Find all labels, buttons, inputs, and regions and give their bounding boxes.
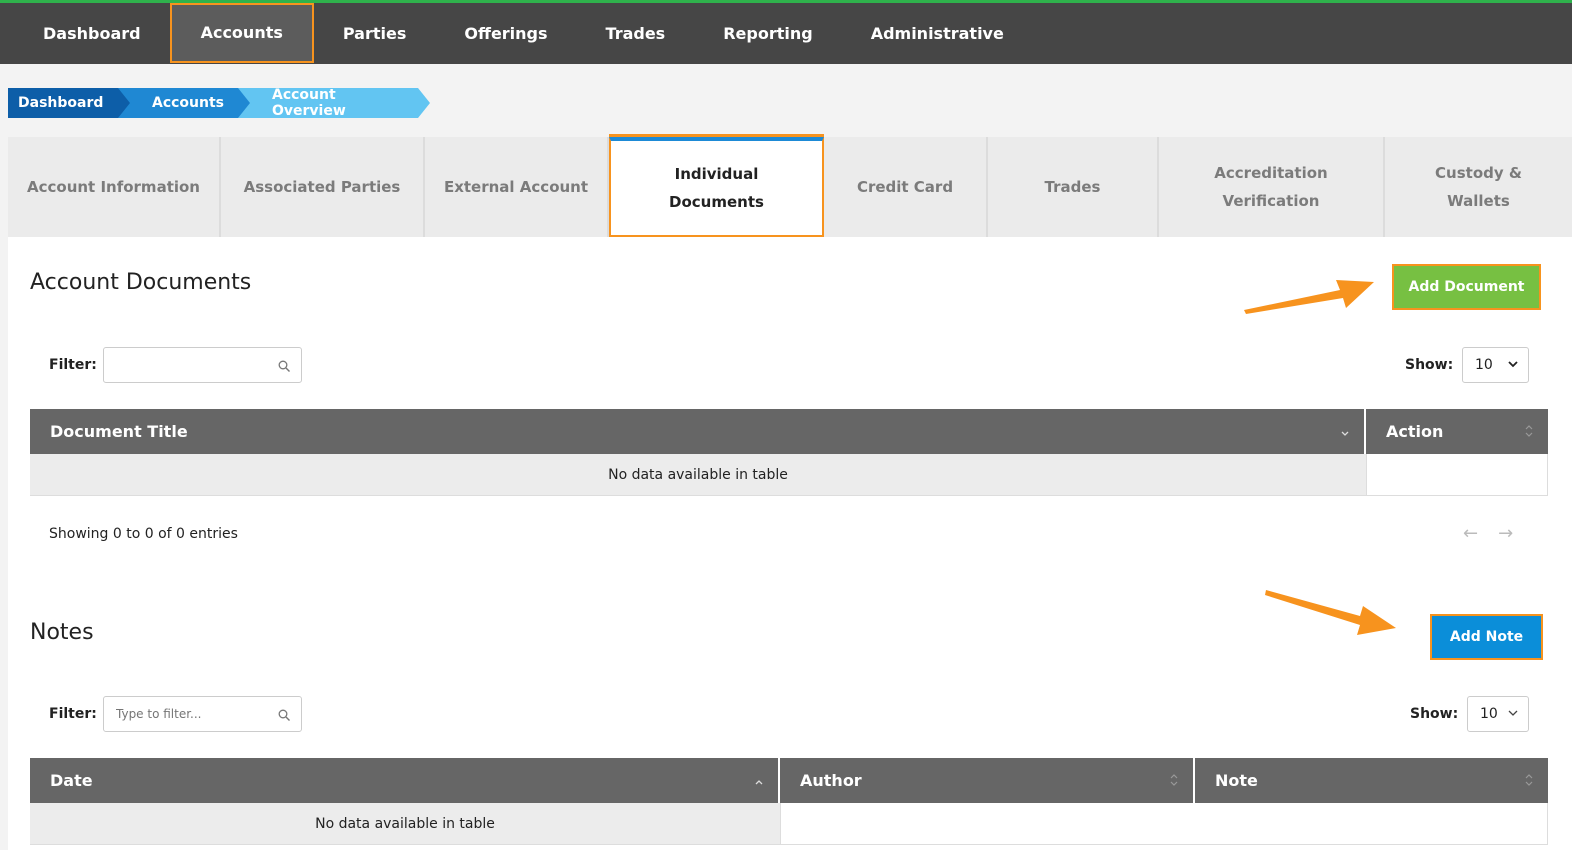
search-icon — [278, 360, 290, 372]
breadcrumb: Dashboard Accounts Account Overview — [8, 87, 430, 119]
column-label: Author — [800, 771, 862, 790]
sort-icon — [1525, 425, 1533, 437]
sort-icon — [1525, 774, 1533, 786]
tab-credit-card[interactable]: Credit Card — [824, 137, 988, 237]
notes-filter-input[interactable] — [104, 697, 264, 731]
tab-custody-wallets[interactable]: Custody & Wallets — [1385, 137, 1572, 237]
tab-label: Custody & Wallets — [1435, 159, 1522, 215]
table-row: No data available in table — [30, 803, 1548, 845]
tab-label: Account Information — [27, 178, 200, 196]
notes-page-size-value: 10 — [1480, 706, 1498, 722]
breadcrumb-accounts[interactable]: Accounts — [118, 88, 250, 118]
nav-parties[interactable]: Parties — [314, 5, 436, 63]
nav-trades[interactable]: Trades — [577, 5, 695, 63]
tab-label: Credit Card — [856, 178, 954, 196]
column-label: Note — [1215, 771, 1258, 790]
pointer-arrow-icon — [1244, 280, 1374, 314]
tab-external-account[interactable]: External Account — [425, 137, 609, 237]
nav-dashboard[interactable]: Dashboard — [14, 5, 170, 63]
table-row: No data available in table — [30, 454, 1548, 496]
top-nav: Dashboard Accounts Parties Offerings Tra… — [0, 0, 1572, 64]
column-date[interactable]: Date — [30, 758, 780, 803]
documents-filter-label: Filter: — [49, 357, 97, 373]
breadcrumb-dashboard[interactable]: Dashboard — [8, 88, 130, 118]
breadcrumb-account-overview: Account Overview — [238, 87, 430, 119]
tab-label-line1: Custody & — [1435, 164, 1522, 182]
documents-page-size-value: 10 — [1475, 357, 1493, 373]
empty-cell — [780, 803, 1548, 844]
notes-table-header: Date Author Note — [30, 758, 1548, 803]
tab-accreditation-verification[interactable]: Accreditation Verification — [1159, 137, 1385, 237]
prev-page-icon[interactable]: ← — [1463, 523, 1478, 544]
column-note[interactable]: Note — [1195, 758, 1548, 803]
tab-label: Individual Documents — [669, 160, 764, 216]
nav-offerings[interactable]: Offerings — [435, 5, 576, 63]
nav-reporting[interactable]: Reporting — [694, 5, 841, 63]
tab-trades[interactable]: Trades — [988, 137, 1159, 237]
tab-account-information[interactable]: Account Information — [8, 137, 221, 237]
tab-label: Accreditation Verification — [1214, 159, 1327, 215]
nav-accounts[interactable]: Accounts — [169, 2, 314, 63]
add-note-button[interactable]: Add Note — [1430, 614, 1543, 660]
notes-filter-box — [103, 696, 302, 732]
column-action[interactable]: Action — [1366, 409, 1548, 454]
documents-entries-info: Showing 0 to 0 of 0 entries — [49, 526, 238, 542]
account-documents-title: Account Documents — [30, 270, 252, 295]
sort-asc-icon — [755, 780, 763, 785]
tab-label-line1: Individual — [674, 165, 759, 183]
tab-individual-documents[interactable]: Individual Documents — [609, 137, 824, 237]
notes-show-label: Show: — [1410, 706, 1459, 722]
documents-filter-box — [103, 347, 302, 383]
tab-label-line2: Wallets — [1447, 192, 1510, 210]
notes-page-size-select[interactable]: 10 — [1467, 696, 1529, 732]
tab-label: External Account — [443, 178, 589, 196]
tab-associated-parties[interactable]: Associated Parties — [221, 137, 425, 237]
sort-desc-icon — [1341, 431, 1349, 436]
pointer-arrow-icon — [1265, 590, 1396, 635]
chevron-down-icon — [1508, 710, 1518, 716]
documents-table-header: Document Title Action — [30, 409, 1548, 454]
notes-title: Notes — [30, 620, 94, 645]
account-tabs: Account Information Associated Parties E… — [8, 137, 1572, 237]
column-document-title[interactable]: Document Title — [30, 409, 1366, 454]
column-label: Document Title — [50, 422, 188, 441]
next-page-icon[interactable]: → — [1498, 523, 1513, 544]
tab-label-line1: Accreditation — [1214, 164, 1328, 182]
tab-label-line2: Documents — [669, 193, 764, 211]
documents-page-size-select[interactable]: 10 — [1462, 347, 1529, 383]
notes-filter-label: Filter: — [49, 706, 97, 722]
add-document-button[interactable]: Add Document — [1392, 264, 1541, 310]
column-author[interactable]: Author — [780, 758, 1195, 803]
column-label: Date — [50, 771, 93, 790]
empty-table-message: No data available in table — [30, 454, 1366, 495]
sort-icon — [1170, 774, 1178, 786]
chevron-down-icon — [1508, 361, 1518, 368]
nav-administrative[interactable]: Administrative — [842, 5, 1033, 63]
column-label: Action — [1386, 422, 1444, 441]
tab-label: Trades — [1044, 178, 1101, 196]
documents-show-label: Show: — [1405, 357, 1454, 373]
tab-label: Associated Parties — [243, 178, 401, 196]
tab-label-line2: Verification — [1222, 192, 1320, 210]
empty-cell — [1366, 454, 1548, 495]
documents-pagination: ← → — [1463, 523, 1513, 544]
documents-filter-input[interactable] — [104, 348, 264, 382]
empty-table-message: No data available in table — [30, 803, 780, 844]
search-icon — [278, 709, 290, 721]
